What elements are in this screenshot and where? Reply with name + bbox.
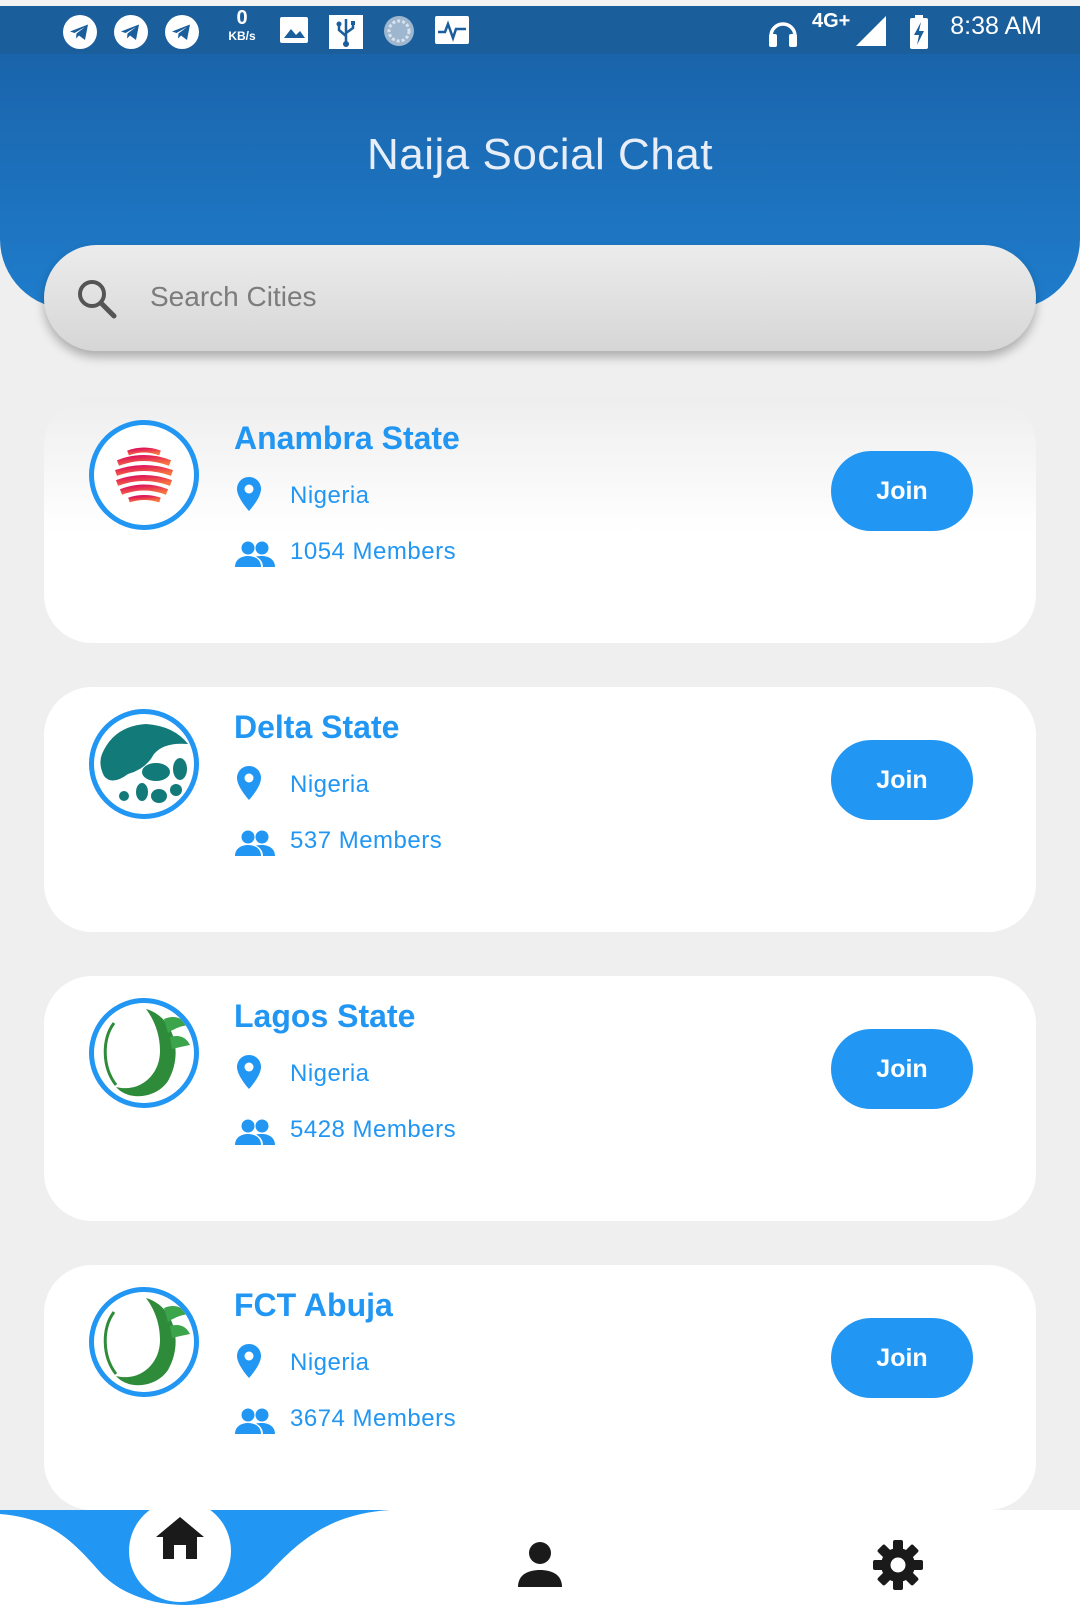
telegram-icon [165, 15, 199, 49]
city-logo [89, 1287, 199, 1397]
search-input[interactable] [150, 274, 970, 320]
network-speed: 0 KB/s [228, 7, 256, 43]
city-members: 5428 Members [290, 1116, 457, 1143]
city-name: Delta State [234, 709, 400, 745]
city-card[interactable]: FCT Abuja Nigeria 3674 Members Join [44, 1265, 1036, 1510]
group-icon [235, 1408, 275, 1434]
gallery-icon [280, 17, 308, 43]
city-card[interactable]: Lagos State Nigeria 5428 Members Join [44, 976, 1036, 1221]
telegram-icon [114, 15, 148, 49]
group-icon [235, 541, 275, 567]
city-members: 537 Members [290, 827, 443, 854]
city-logo [89, 998, 199, 1108]
city-name: Anambra State [234, 420, 460, 456]
sync-icon [384, 16, 414, 46]
city-country: Nigeria [290, 1349, 370, 1376]
page-title: Naija Social Chat [367, 130, 713, 179]
signal-icon [856, 16, 886, 46]
city-name: FCT Abuja [234, 1287, 393, 1323]
city-name: Lagos State [234, 998, 416, 1034]
city-logo [89, 709, 199, 819]
activity-icon [435, 16, 469, 44]
join-button[interactable]: Join [831, 1029, 973, 1109]
home-icon[interactable] [152, 1511, 208, 1563]
city-country: Nigeria [290, 482, 370, 509]
join-button[interactable]: Join [831, 1318, 973, 1398]
network-type: 4G+ [812, 10, 851, 32]
battery-charging-icon [910, 15, 928, 49]
profile-icon[interactable] [515, 1540, 565, 1590]
city-card[interactable]: Anambra State Nigeria 1054 Members Join [44, 398, 1036, 643]
status-time: 8:38 AM [950, 12, 1042, 40]
join-button[interactable]: Join [831, 451, 973, 531]
city-country: Nigeria [290, 771, 370, 798]
location-pin-icon [237, 1344, 261, 1378]
settings-icon[interactable] [871, 1538, 925, 1592]
location-pin-icon [237, 766, 261, 800]
status-bar: 0 KB/s 4G+ 8:38 AM [0, 0, 1080, 54]
telegram-icon [63, 15, 97, 49]
search-icon [78, 280, 117, 319]
city-members: 3674 Members [290, 1405, 457, 1432]
city-logo [89, 420, 199, 530]
location-pin-icon [237, 477, 261, 511]
city-members: 1054 Members [290, 538, 457, 565]
city-card[interactable]: Delta State Nigeria 537 Members Join [44, 687, 1036, 932]
group-icon [235, 1119, 275, 1145]
usb-icon [329, 15, 363, 49]
join-button[interactable]: Join [831, 740, 973, 820]
headphones-icon [769, 22, 797, 47]
location-pin-icon [237, 1055, 261, 1089]
group-icon [235, 830, 275, 856]
city-country: Nigeria [290, 1060, 370, 1087]
